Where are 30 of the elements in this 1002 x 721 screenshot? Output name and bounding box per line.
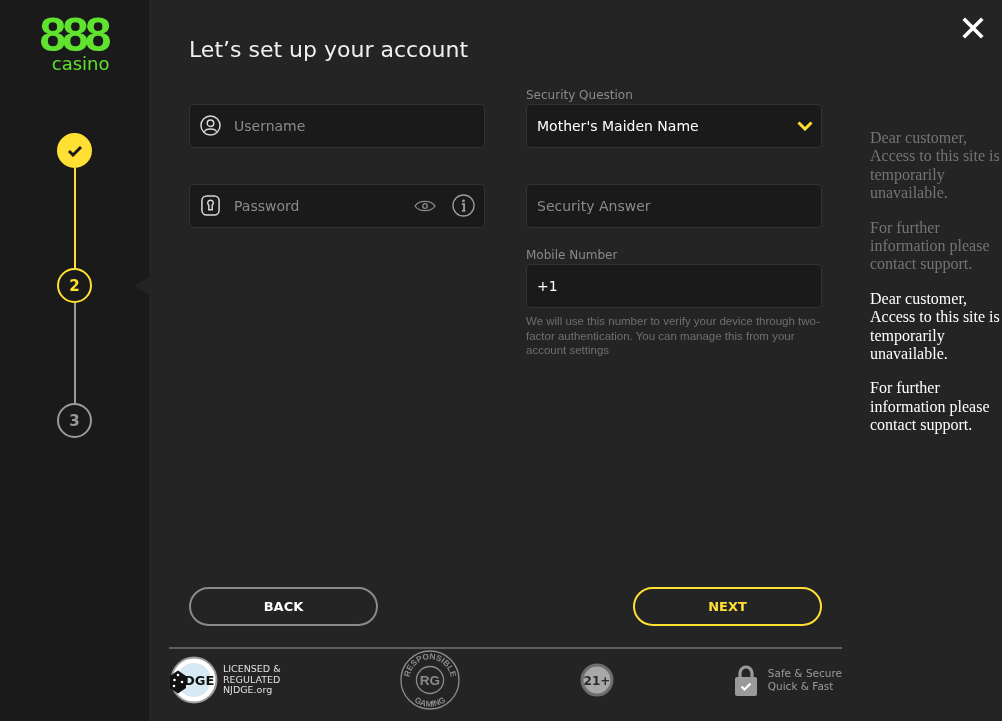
info-icon[interactable]	[452, 194, 475, 217]
help-text: We will use this number to verify your device through two- factor authentication. You can manage this from your account settings	[526, 314, 821, 358]
security-note: Safe & Secure Quick & Fast	[767, 667, 842, 693]
notice-text: For further information please contact support.	[870, 218, 991, 274]
next-button[interactable]: NEXT	[633, 587, 822, 626]
notice-text: Dear customer, Access to this site is temporarily unavailable.	[870, 129, 1001, 203]
back-button[interactable]: BACK	[189, 587, 378, 626]
lock-icon	[200, 195, 221, 216]
page-title: Let’s set up your account	[189, 37, 470, 63]
eye-icon[interactable]	[414, 198, 436, 213]
dropdown-select[interactable]: Mother's Maiden Name	[526, 104, 822, 148]
field-label: Security Question	[526, 88, 634, 102]
user-icon	[200, 115, 221, 136]
username-field[interactable]: Username	[189, 104, 485, 148]
step-indicator: 3	[57, 403, 92, 438]
answer-field[interactable]: Security Answer	[526, 184, 822, 228]
field-label: Mobile Number	[526, 248, 619, 262]
notice-text: Dear customer, Access to this site is temporarily unavailable.	[870, 289, 1001, 364]
phone-field[interactable]: +1	[526, 264, 822, 308]
license-text: LICENSED & REGULATED NJDGE.org	[223, 664, 281, 696]
check-icon	[66, 144, 83, 157]
padlock-icon	[733, 664, 758, 696]
chevron-down-icon	[797, 121, 813, 131]
brand-logo: 888 casino	[39, 13, 110, 73]
close-button[interactable]	[962, 17, 984, 39]
step-indicator: 2	[57, 268, 92, 303]
close-icon	[962, 17, 984, 39]
age-limit-logo: 21+	[580, 663, 615, 697]
notice-text: For further information please contact support.	[870, 379, 991, 435]
password-field[interactable]: Password	[189, 184, 485, 228]
